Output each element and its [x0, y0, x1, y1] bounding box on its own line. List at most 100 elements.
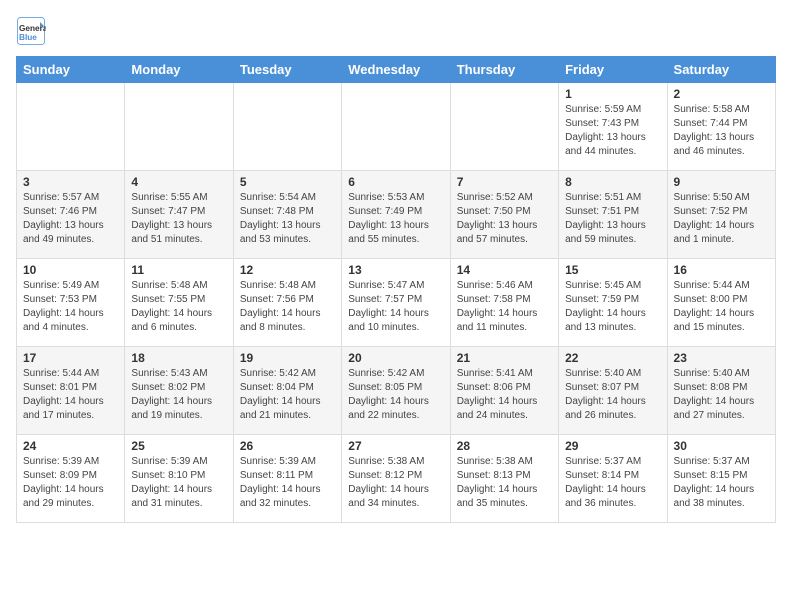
calendar-cell — [233, 83, 341, 171]
calendar-cell: 21 Sunrise: 5:41 AM Sunset: 8:06 PM Dayli… — [450, 347, 558, 435]
day-info: Sunrise: 5:45 AM Sunset: 7:59 PM Dayligh… — [565, 279, 660, 335]
day-header-tuesday: Tuesday — [233, 57, 341, 83]
day-header-monday: Monday — [125, 57, 233, 83]
day-number: 12 — [240, 263, 335, 277]
day-info: Sunrise: 5:38 AM Sunset: 8:12 PM Dayligh… — [348, 455, 443, 511]
day-number: 21 — [457, 351, 552, 365]
calendar-cell: 10 Sunrise: 5:49 AM Sunset: 7:53 PM Dayli… — [17, 259, 125, 347]
calendar-cell: 13 Sunrise: 5:47 AM Sunset: 7:57 PM Dayli… — [342, 259, 450, 347]
day-number: 20 — [348, 351, 443, 365]
day-info: Sunrise: 5:54 AM Sunset: 7:48 PM Dayligh… — [240, 191, 335, 247]
day-number: 23 — [674, 351, 769, 365]
day-number: 11 — [131, 263, 226, 277]
day-info: Sunrise: 5:46 AM Sunset: 7:58 PM Dayligh… — [457, 279, 552, 335]
calendar-cell: 25 Sunrise: 5:39 AM Sunset: 8:10 PM Dayli… — [125, 435, 233, 523]
day-info: Sunrise: 5:37 AM Sunset: 8:14 PM Dayligh… — [565, 455, 660, 511]
day-number: 29 — [565, 439, 660, 453]
calendar-cell: 2 Sunrise: 5:58 AM Sunset: 7:44 PM Daylig… — [667, 83, 775, 171]
calendar-cell: 26Sunrise: 5:39 AM Sunset: 8:11 PM Dayli… — [233, 435, 341, 523]
day-info: Sunrise: 5:55 AM Sunset: 7:47 PM Dayligh… — [131, 191, 226, 247]
day-info: Sunrise: 5:58 AM Sunset: 7:44 PM Dayligh… — [674, 103, 769, 159]
calendar-cell: 4Sunrise: 5:55 AM Sunset: 7:47 PM Daylig… — [125, 171, 233, 259]
calendar-cell: 15 Sunrise: 5:45 AM Sunset: 7:59 PM Dayli… — [559, 259, 667, 347]
calendar-cell: 12 Sunrise: 5:48 AM Sunset: 7:56 PM Dayli… — [233, 259, 341, 347]
day-info: Sunrise: 5:42 AM Sunset: 8:05 PM Dayligh… — [348, 367, 443, 423]
week-row-2: 3 Sunrise: 5:57 AM Sunset: 7:46 PM Daylig… — [17, 171, 776, 259]
day-info: Sunrise: 5:51 AM Sunset: 7:51 PM Dayligh… — [565, 191, 660, 247]
calendar-cell — [125, 83, 233, 171]
day-info: Sunrise: 5:41 AM Sunset: 8:06 PM Dayligh… — [457, 367, 552, 423]
day-info: Sunrise: 5:39 AM Sunset: 8:10 PM Dayligh… — [131, 455, 226, 511]
day-header-friday: Friday — [559, 57, 667, 83]
day-info: Sunrise: 5:43 AM Sunset: 8:02 PM Dayligh… — [131, 367, 226, 423]
day-number: 2 — [674, 87, 769, 101]
logo-icon: General Blue — [16, 16, 46, 46]
day-number: 25 — [131, 439, 226, 453]
day-number: 13 — [348, 263, 443, 277]
calendar-cell: 7 Sunrise: 5:52 AM Sunset: 7:50 PM Daylig… — [450, 171, 558, 259]
day-info: Sunrise: 5:39 AM Sunset: 8:11 PM Dayligh… — [240, 455, 335, 511]
day-info: Sunrise: 5:48 AM Sunset: 7:56 PM Dayligh… — [240, 279, 335, 335]
day-number: 17 — [23, 351, 118, 365]
top-bar: General Blue — [16, 16, 776, 50]
day-info: Sunrise: 5:40 AM Sunset: 8:07 PM Dayligh… — [565, 367, 660, 423]
week-row-4: 17Sunrise: 5:44 AM Sunset: 8:01 PM Dayli… — [17, 347, 776, 435]
calendar-cell: 5 Sunrise: 5:54 AM Sunset: 7:48 PM Daylig… — [233, 171, 341, 259]
day-info: Sunrise: 5:53 AM Sunset: 7:49 PM Dayligh… — [348, 191, 443, 247]
day-header-thursday: Thursday — [450, 57, 558, 83]
day-info: Sunrise: 5:40 AM Sunset: 8:08 PM Dayligh… — [674, 367, 769, 423]
day-info: Sunrise: 5:37 AM Sunset: 8:15 PM Dayligh… — [674, 455, 769, 511]
day-number: 5 — [240, 175, 335, 189]
calendar-cell: 18 Sunrise: 5:43 AM Sunset: 8:02 PM Dayli… — [125, 347, 233, 435]
day-number: 8 — [565, 175, 660, 189]
calendar-cell — [450, 83, 558, 171]
day-info: Sunrise: 5:44 AM Sunset: 8:00 PM Dayligh… — [674, 279, 769, 335]
day-number: 16 — [674, 263, 769, 277]
week-row-1: 1Sunrise: 5:59 AM Sunset: 7:43 PM Daylig… — [17, 83, 776, 171]
calendar-cell: 27 Sunrise: 5:38 AM Sunset: 8:12 PM Dayli… — [342, 435, 450, 523]
calendar-cell: 11 Sunrise: 5:48 AM Sunset: 7:55 PM Dayli… — [125, 259, 233, 347]
day-info: Sunrise: 5:42 AM Sunset: 8:04 PM Dayligh… — [240, 367, 335, 423]
calendar-cell: 28 Sunrise: 5:38 AM Sunset: 8:13 PM Dayli… — [450, 435, 558, 523]
day-header-sunday: Sunday — [17, 57, 125, 83]
day-info: Sunrise: 5:49 AM Sunset: 7:53 PM Dayligh… — [23, 279, 118, 335]
calendar-table: SundayMondayTuesdayWednesdayThursdayFrid… — [16, 56, 776, 523]
calendar-cell: 14Sunrise: 5:46 AM Sunset: 7:58 PM Dayli… — [450, 259, 558, 347]
logo: General Blue — [16, 16, 50, 46]
day-info: Sunrise: 5:57 AM Sunset: 7:46 PM Dayligh… — [23, 191, 118, 247]
calendar-cell: 16 Sunrise: 5:44 AM Sunset: 8:00 PM Dayli… — [667, 259, 775, 347]
calendar-cell: 22Sunrise: 5:40 AM Sunset: 8:07 PM Dayli… — [559, 347, 667, 435]
calendar-cell — [17, 83, 125, 171]
day-info: Sunrise: 5:50 AM Sunset: 7:52 PM Dayligh… — [674, 191, 769, 247]
week-row-5: 24Sunrise: 5:39 AM Sunset: 8:09 PM Dayli… — [17, 435, 776, 523]
day-info: Sunrise: 5:48 AM Sunset: 7:55 PM Dayligh… — [131, 279, 226, 335]
day-number: 27 — [348, 439, 443, 453]
day-number: 9 — [674, 175, 769, 189]
calendar-cell: 19 Sunrise: 5:42 AM Sunset: 8:04 PM Dayli… — [233, 347, 341, 435]
day-header-saturday: Saturday — [667, 57, 775, 83]
day-number: 3 — [23, 175, 118, 189]
day-number: 30 — [674, 439, 769, 453]
day-info: Sunrise: 5:38 AM Sunset: 8:13 PM Dayligh… — [457, 455, 552, 511]
day-info: Sunrise: 5:52 AM Sunset: 7:50 PM Dayligh… — [457, 191, 552, 247]
calendar-cell: 8 Sunrise: 5:51 AM Sunset: 7:51 PM Daylig… — [559, 171, 667, 259]
header-row: SundayMondayTuesdayWednesdayThursdayFrid… — [17, 57, 776, 83]
calendar-cell: 30 Sunrise: 5:37 AM Sunset: 8:15 PM Dayli… — [667, 435, 775, 523]
day-number: 7 — [457, 175, 552, 189]
calendar-cell: 9 Sunrise: 5:50 AM Sunset: 7:52 PM Daylig… — [667, 171, 775, 259]
calendar-cell — [342, 83, 450, 171]
calendar-cell: 3 Sunrise: 5:57 AM Sunset: 7:46 PM Daylig… — [17, 171, 125, 259]
day-number: 10 — [23, 263, 118, 277]
svg-text:Blue: Blue — [19, 33, 37, 42]
calendar-cell: 6Sunrise: 5:53 AM Sunset: 7:49 PM Daylig… — [342, 171, 450, 259]
calendar-cell: 23 Sunrise: 5:40 AM Sunset: 8:08 PM Dayli… — [667, 347, 775, 435]
calendar-cell: 17Sunrise: 5:44 AM Sunset: 8:01 PM Dayli… — [17, 347, 125, 435]
day-number: 18 — [131, 351, 226, 365]
calendar-cell: 1Sunrise: 5:59 AM Sunset: 7:43 PM Daylig… — [559, 83, 667, 171]
week-row-3: 10 Sunrise: 5:49 AM Sunset: 7:53 PM Dayli… — [17, 259, 776, 347]
day-number: 15 — [565, 263, 660, 277]
day-info: Sunrise: 5:47 AM Sunset: 7:57 PM Dayligh… — [348, 279, 443, 335]
day-number: 28 — [457, 439, 552, 453]
day-number: 19 — [240, 351, 335, 365]
calendar-cell: 20 Sunrise: 5:42 AM Sunset: 8:05 PM Dayli… — [342, 347, 450, 435]
